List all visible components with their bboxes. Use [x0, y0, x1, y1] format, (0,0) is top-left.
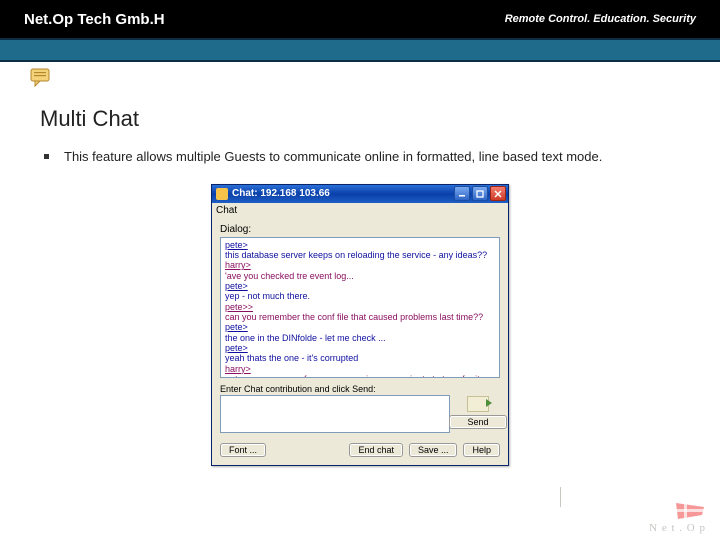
endchat-button[interactable]: End chat: [349, 443, 403, 457]
company-name: Net.Op Tech Gmb.H: [24, 11, 165, 28]
close-button[interactable]: [490, 186, 506, 201]
bullet-list: This feature allows multiple Guests to c…: [0, 148, 720, 166]
chat-message: the one in the DINfolde - let me check .…: [225, 333, 495, 343]
menu-bar: Chat: [212, 203, 508, 218]
window-title: Chat: 192.168 103.66: [232, 188, 452, 199]
icon-row: [0, 62, 720, 96]
menu-chat[interactable]: Chat: [216, 205, 237, 216]
chat-message: can you remember the conf file that caus…: [225, 312, 495, 322]
header-tagline: Remote Control. Education. Security: [505, 13, 696, 25]
minimize-button[interactable]: [454, 186, 470, 201]
help-button[interactable]: Help: [463, 443, 500, 457]
header-bar: Net.Op Tech Gmb.H Remote Control. Educat…: [0, 0, 720, 38]
footer-brand: N e t . O p: [649, 522, 706, 534]
dialog-label: Dialog:: [220, 224, 500, 235]
send-icon: [467, 396, 489, 412]
contribution-input[interactable]: [220, 395, 450, 433]
footer: N e t . O p: [649, 501, 706, 534]
chat-author: harry>: [225, 364, 495, 374]
contribution-label: Enter Chat contribution and click Send:: [220, 384, 450, 394]
footer-divider: [560, 487, 561, 507]
page-title: Multi Chat: [0, 96, 720, 136]
chat-message: this database server keeps on reloading …: [225, 250, 495, 260]
chat-log[interactable]: pete>this database server keeps on reloa…: [220, 237, 500, 378]
app-icon: [216, 188, 228, 200]
send-button[interactable]: Send: [449, 415, 507, 429]
chat-window: Chat: 192.168 103.66 Chat Dialog: pete>t…: [211, 184, 509, 466]
font-button[interactable]: Font ...: [220, 443, 266, 457]
chat-message: 'ave you checked tre event log...: [225, 271, 495, 281]
save-button[interactable]: Save ...: [409, 443, 458, 457]
chat-message: yep - not much there.: [225, 291, 495, 301]
bullet-item: This feature allows multiple Guests to c…: [40, 148, 680, 166]
chat-icon: [30, 68, 720, 88]
window-titlebar[interactable]: Chat: 192.168 103.66: [212, 185, 508, 203]
chat-author: pete>: [225, 240, 495, 250]
chat-message: yeah thats the one - it's corrupted: [225, 353, 495, 363]
maximize-button[interactable]: [472, 186, 488, 201]
chat-author: pete>>: [225, 302, 495, 312]
chat-author: pete>: [225, 343, 495, 353]
chat-author: pete>: [225, 322, 495, 332]
flag-icon: [674, 501, 706, 521]
chat-author: pete>: [225, 281, 495, 291]
chat-author: harry>: [225, 260, 495, 270]
chat-message: got a copy on one of my servers - give m…: [225, 374, 495, 378]
accent-bar: [0, 38, 720, 62]
